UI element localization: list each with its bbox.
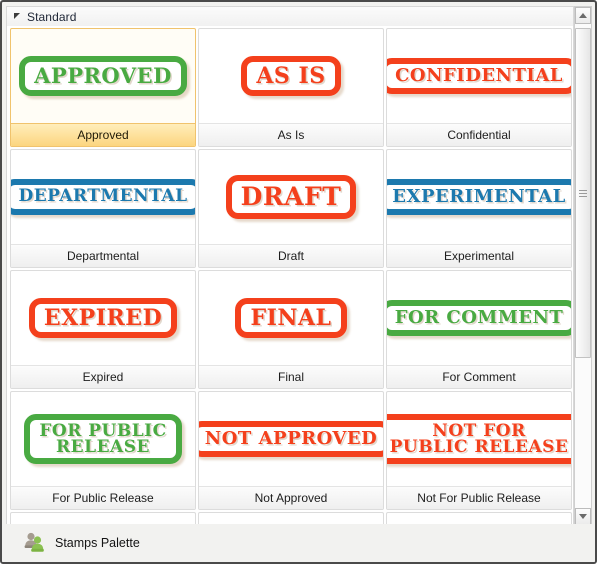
scrollbar-thumb[interactable]	[575, 28, 591, 358]
stamp-text-line: EXPIRED	[43, 304, 163, 331]
stamp-graphic: FOR COMMENT	[387, 299, 571, 337]
stamp-cell[interactable]: FINAL Final	[198, 270, 384, 389]
stamp-preview: DEPARTMENTAL	[11, 150, 195, 244]
group-header-standard[interactable]: Standard	[6, 6, 574, 26]
stamp-cell[interactable]: DRAFT Draft	[198, 149, 384, 268]
stamp-text-line: NOT APPROVED	[204, 427, 378, 449]
stamp-text-line: EXPERIMENTAL	[392, 185, 566, 207]
stamps-palette-icon	[22, 532, 46, 554]
stamp-text-line: DEPARTMENTAL	[18, 186, 188, 207]
stamp-graphic: CONFIDENTIAL	[387, 57, 571, 95]
stamp-preview: NOT APPROVED	[199, 392, 383, 486]
stamp-caption: Final	[199, 365, 383, 388]
triangle-expanded-icon[interactable]	[14, 13, 20, 19]
stamp-caption: Not Approved	[199, 486, 383, 509]
stamp-caption: Approved	[11, 123, 195, 146]
stamp-cell[interactable]: NOT FOR PUBLIC RELEASE Not For Public Rele…	[386, 391, 572, 510]
stamp-graphic: FINAL	[235, 297, 347, 339]
stamp-caption: Draft	[199, 244, 383, 267]
stamp-text-line: CONFIDENTIAL	[395, 64, 563, 86]
stamp-graphic: EXPERIMENTAL	[387, 178, 571, 216]
stamp-caption: Departmental	[11, 244, 195, 267]
stamp-preview: EXPERIMENTAL	[387, 150, 571, 244]
group-title: Standard	[27, 9, 77, 24]
stamp-graphic: NOT APPROVED	[199, 420, 383, 458]
stamp-graphic: APPROVED	[19, 56, 187, 96]
stamp-graphic: DEPARTMENTAL	[11, 179, 195, 215]
stamp-graphic: EXPIRED	[28, 297, 178, 339]
stamp-preview: CONFIDENTIAL	[387, 29, 571, 123]
stamp-preview: EXPIRED	[11, 271, 195, 365]
stamp-preview: FINAL	[199, 271, 383, 365]
stamp-caption: Confidential	[387, 123, 571, 146]
stamp-preview: AS IS	[199, 29, 383, 123]
stamp-caption: Not For Public Release	[387, 486, 571, 509]
scroll-down-button[interactable]	[575, 508, 591, 525]
stamp-preview: NOT FOR PUBLIC RELEASE	[387, 392, 571, 486]
stamp-caption: Experimental	[387, 244, 571, 267]
stamp-cell[interactable]: NOT APPROVED Not Approved	[198, 391, 384, 510]
stamp-graphic: DRAFT	[225, 175, 357, 219]
stamp-text-line: DRAFT	[240, 182, 342, 212]
stamp-text-line: AS IS	[256, 62, 326, 89]
stamp-text-line: RELEASE	[56, 437, 150, 457]
stamp-text-line: FINAL	[250, 304, 332, 331]
stamp-caption: Expired	[11, 365, 195, 388]
stamp-cell[interactable]: DEPARTMENTAL Departmental	[10, 149, 196, 268]
stamp-caption: For Comment	[387, 365, 571, 388]
scroll-up-button[interactable]	[575, 7, 591, 24]
status-bar-label: Stamps Palette	[55, 536, 140, 550]
vertical-scrollbar[interactable]	[574, 6, 592, 526]
stamp-preview: APPROVED	[11, 29, 195, 123]
stamp-preview: FOR COMMENT	[387, 271, 571, 365]
stamps-palette-window: Standard APPROVED Approved AS IS As Is CONFI…	[0, 0, 597, 564]
stamp-preview: DRAFT	[199, 150, 383, 244]
stamp-cell[interactable]: AS IS As Is	[198, 28, 384, 147]
stamp-graphic: AS IS	[241, 55, 341, 97]
stamp-text-line: APPROVED	[34, 63, 172, 89]
stamp-cell[interactable]: FOR PUBLIC RELEASE For Public Release	[10, 391, 196, 510]
status-bar: Stamps Palette	[2, 524, 595, 562]
stamp-text-line: PUBLIC RELEASE	[389, 437, 569, 457]
stamp-cell[interactable]: CONFIDENTIAL Confidential	[386, 28, 572, 147]
stamp-text-line: FOR COMMENT	[394, 306, 564, 328]
stamp-cell[interactable]: FOR COMMENT For Comment	[386, 270, 572, 389]
stamp-cell[interactable]: EXPERIMENTAL Experimental	[386, 149, 572, 268]
scroll-up-arrow-icon	[579, 13, 587, 18]
stamp-cell[interactable]: EXPIRED Expired	[10, 270, 196, 389]
stamp-graphic: NOT FOR PUBLIC RELEASE	[387, 413, 571, 465]
stamp-cell[interactable]: APPROVED Approved	[10, 28, 196, 147]
stamp-caption: For Public Release	[11, 486, 195, 509]
scrollbar-track[interactable]	[575, 24, 591, 508]
stamp-caption: As Is	[199, 123, 383, 146]
scroll-thumb-grip-icon	[579, 188, 587, 199]
stamps-grid: APPROVED Approved AS IS As Is CONFIDENTIAL Co…	[7, 26, 573, 525]
stamp-preview: FOR PUBLIC RELEASE	[11, 392, 195, 486]
scroll-down-arrow-icon	[579, 514, 587, 519]
stamp-graphic: FOR PUBLIC RELEASE	[24, 413, 182, 465]
stamps-grid-viewport[interactable]: APPROVED Approved AS IS As Is CONFIDENTIAL Co…	[6, 26, 574, 526]
